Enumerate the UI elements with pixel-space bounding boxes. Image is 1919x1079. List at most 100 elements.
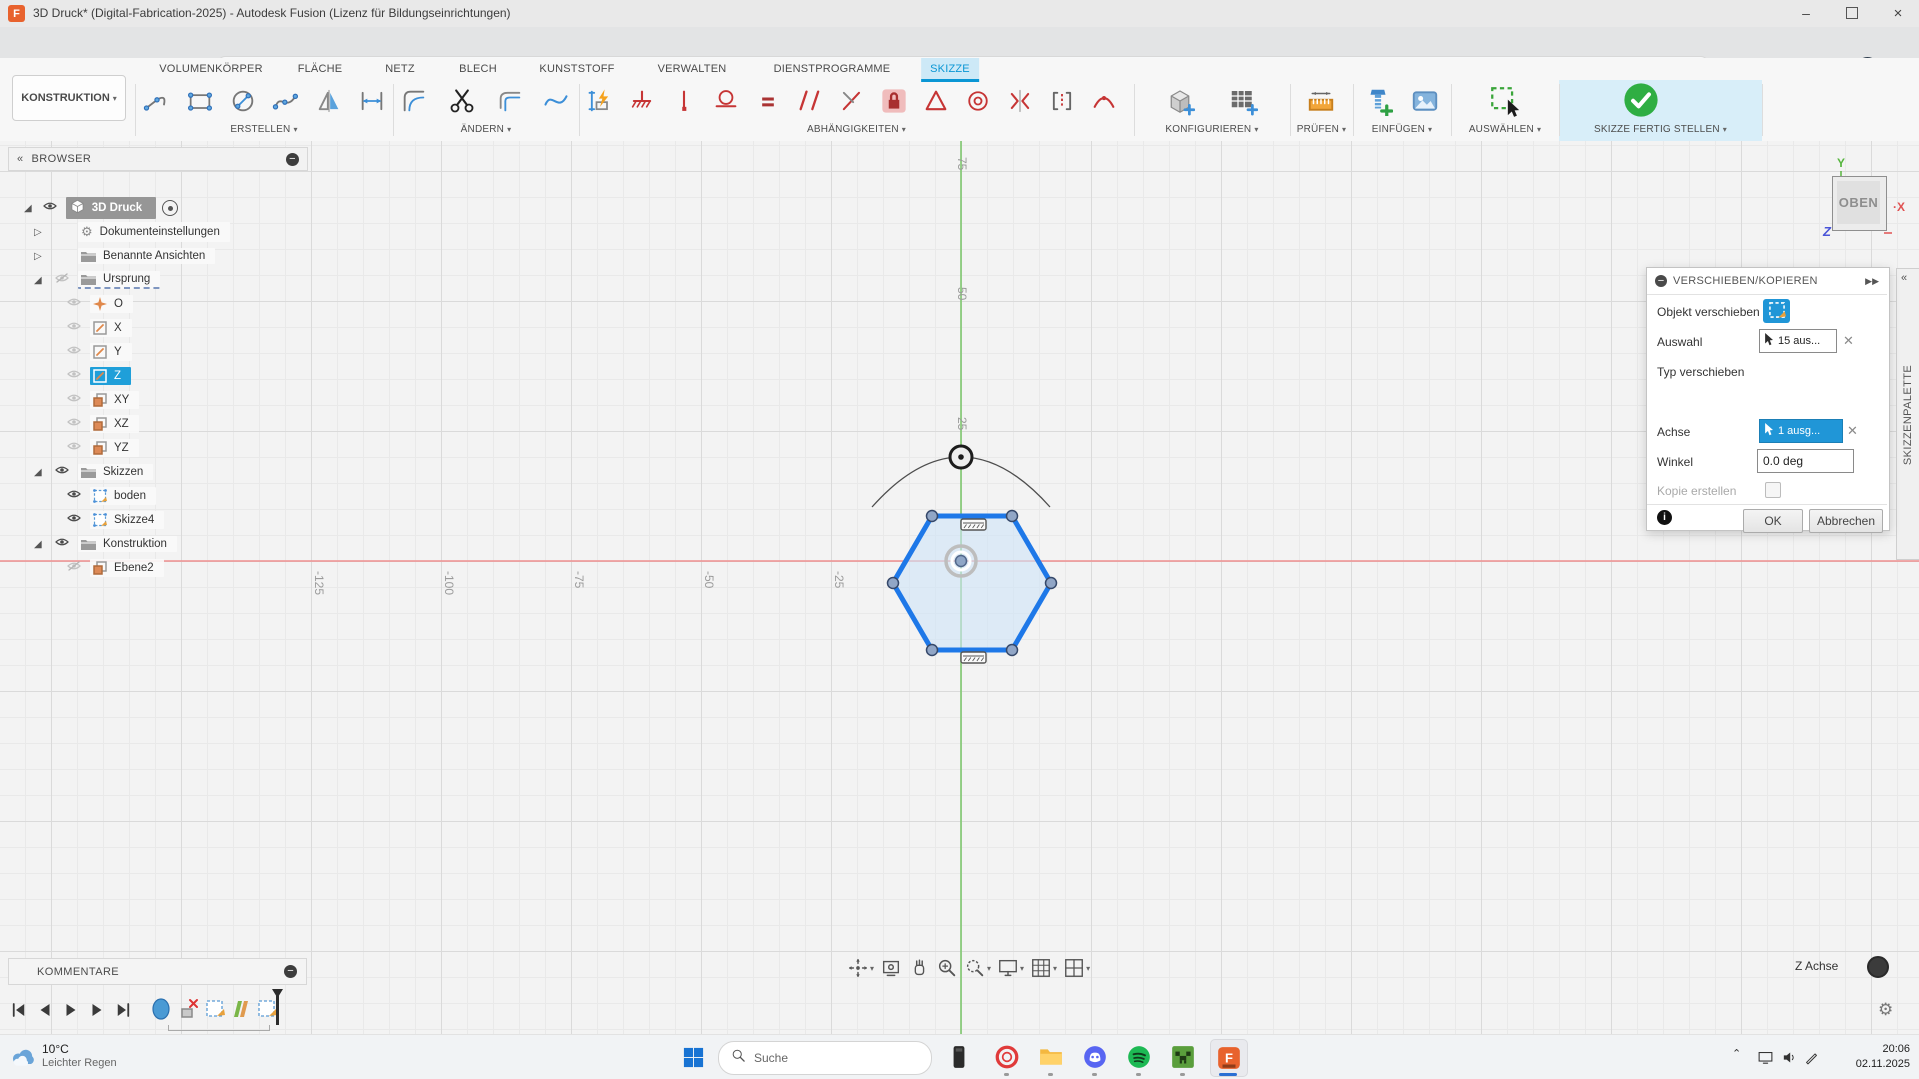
group-label-erstellen[interactable]: ERSTELLEN▾ (135, 120, 393, 138)
visibility-eye-icon[interactable] (66, 487, 82, 505)
start-button[interactable] (682, 1046, 705, 1074)
pan-button[interactable] (907, 956, 931, 980)
polygon-constraint-button[interactable] (920, 85, 952, 117)
dimension-constraint-icon[interactable] (586, 87, 614, 115)
look-at-button[interactable] (879, 956, 903, 980)
dimension-constraint-button[interactable] (584, 85, 616, 117)
visibility-eye-icon[interactable] (54, 463, 70, 481)
tangent-constraint-button[interactable] (710, 85, 742, 117)
item-label[interactable]: Dokumenteinstellungen (100, 226, 220, 238)
midpoint-constraint-button[interactable] (1046, 85, 1078, 117)
polygon-constraint-icon[interactable] (922, 87, 950, 115)
lock-constraint-button[interactable] (878, 85, 910, 117)
browser-item-ursprung[interactable]: ◢Ursprung (8, 268, 306, 292)
fit-button[interactable]: ▾ (963, 956, 992, 980)
browser-item-skizzen[interactable]: ◢Skizzen (8, 460, 306, 484)
select-tool-icon[interactable] (1488, 84, 1522, 118)
chevrons-left-icon[interactable]: « (1901, 272, 1907, 284)
skip-start-icon[interactable] (10, 1001, 28, 1019)
browser-item-xz[interactable]: XZ (8, 412, 306, 436)
volume-icon[interactable] (1780, 1048, 1798, 1066)
visibility-eye-icon[interactable] (66, 511, 82, 529)
auswahl-selection-field[interactable]: 15 aus... (1759, 329, 1837, 353)
chevrons-right-icon[interactable]: ▶▶ (1865, 276, 1879, 287)
measure-tool-icon[interactable] (1306, 86, 1336, 116)
visibility-eye-icon[interactable] (54, 535, 70, 553)
browser-item-benannte ansichten[interactable]: ▷Benannte Ansichten (8, 244, 306, 268)
browser-item-yz[interactable]: YZ (8, 436, 306, 460)
item-label[interactable]: Skizzen (103, 466, 143, 478)
timeline-slider-handle[interactable] (276, 991, 279, 1025)
disclosure-collapsed-icon[interactable]: ▷ (34, 227, 46, 238)
ribbon-tab-blech[interactable]: BLECH (459, 58, 497, 80)
visibility-eye-icon[interactable] (66, 439, 82, 457)
lock-constraint-icon[interactable] (880, 87, 908, 115)
browser-item-boden[interactable]: boden (8, 484, 306, 508)
trim-tool-button[interactable] (446, 85, 478, 117)
curve-tool-button[interactable] (540, 85, 572, 117)
visibility-eye-icon[interactable] (66, 559, 82, 577)
visibility-eye-icon[interactable] (66, 415, 82, 433)
winkel-input[interactable]: 0.0 deg (1757, 449, 1854, 473)
ground-constraint-icon[interactable] (628, 87, 656, 115)
ribbon-tab-dienstprogramme[interactable]: DIENSTPROGRAMME (774, 58, 891, 80)
mirror-tool-icon[interactable] (315, 87, 343, 115)
item-label[interactable]: O (114, 298, 123, 310)
play-icon[interactable] (62, 1001, 80, 1019)
chevron-up-icon[interactable]: ⌃ (1732, 1047, 1741, 1060)
browser-item-ebene2[interactable]: Ebene2 (8, 556, 306, 580)
perpendicular-constraint-button[interactable] (836, 85, 868, 117)
offset-tool-icon[interactable] (496, 87, 524, 115)
cancel-button[interactable]: Abbrechen (1809, 509, 1883, 533)
line-tool-icon[interactable] (143, 87, 171, 115)
item-label[interactable]: Z (114, 370, 121, 382)
visibility-eye-icon[interactable] (54, 271, 70, 289)
step-forward-button[interactable] (86, 999, 108, 1021)
ribbon-tab-verwalten[interactable]: VERWALTEN (658, 58, 727, 80)
search-input[interactable]: Suche (718, 1041, 932, 1075)
step-forward-icon[interactable] (88, 1001, 106, 1019)
configure-feature-button[interactable] (1164, 85, 1196, 117)
ribbon-tab-volumenkörper[interactable]: VOLUMENKÖRPER (159, 58, 262, 80)
visibility-eye-icon[interactable] (66, 319, 82, 337)
step-back-button[interactable] (34, 999, 56, 1021)
collapse-circle-icon[interactable]: − (284, 965, 297, 978)
taskbar-app-minecraft[interactable] (1168, 1042, 1198, 1072)
display-icon[interactable] (1756, 1048, 1774, 1066)
konstruktion-dropdown[interactable]: KONSTRUKTION▾ (12, 75, 126, 121)
item-label[interactable]: Skizze4 (114, 514, 154, 526)
skip-end-button[interactable] (112, 999, 134, 1021)
sketch-palette-tab[interactable]: « SKIZZENPALETTE (1896, 268, 1919, 560)
ribbon-tab-kunststoff[interactable]: KUNSTSTOFF (539, 58, 614, 80)
ribbon-tab-netz[interactable]: NETZ (385, 58, 415, 80)
insert-image-icon[interactable] (1410, 86, 1440, 116)
mirror-tool-button[interactable] (313, 85, 345, 117)
insert-fastener-button[interactable] (1362, 85, 1394, 117)
line-tool-button[interactable] (141, 85, 173, 117)
curvature-constraint-icon[interactable] (1090, 87, 1118, 115)
skip-start-button[interactable] (8, 999, 30, 1021)
display-settings-icon[interactable] (997, 957, 1019, 979)
dimension-tool-icon[interactable] (358, 87, 386, 115)
visibility-eye-icon[interactable] (66, 367, 82, 385)
spline-tool-icon[interactable] (272, 87, 300, 115)
group-label-ausw-hlen[interactable]: AUSWÄHLEN▾ (1451, 120, 1559, 138)
browser-root-item[interactable]: ◢3D Druck (8, 196, 306, 220)
measure-tool-button[interactable] (1305, 85, 1337, 117)
concentric-constraint-button[interactable] (962, 85, 994, 117)
insert-fastener-icon[interactable] (1363, 86, 1393, 116)
insert-image-button[interactable] (1409, 85, 1441, 117)
pen-icon[interactable] (1802, 1048, 1820, 1066)
weather-temp[interactable]: 10°C (42, 1042, 69, 1056)
status-orb-icon[interactable] (1867, 956, 1889, 978)
concentric-constraint-icon[interactable] (964, 87, 992, 115)
item-label[interactable]: X (114, 322, 122, 334)
group-label-pr-fen[interactable]: PRÜFEN▾ (1290, 120, 1353, 138)
ribbon-tab-fläche[interactable]: FLÄCHE (298, 58, 343, 80)
pan-icon[interactable] (908, 957, 930, 979)
suppressed-feature[interactable] (178, 995, 200, 1023)
symmetry-constraint-button[interactable] (1004, 85, 1036, 117)
viewports-button[interactable]: ▾ (1062, 956, 1091, 980)
dialog-header[interactable]: − VERSCHIEBEN/KOPIEREN ▶▶ (1647, 268, 1887, 295)
orbit-icon[interactable] (847, 957, 869, 979)
